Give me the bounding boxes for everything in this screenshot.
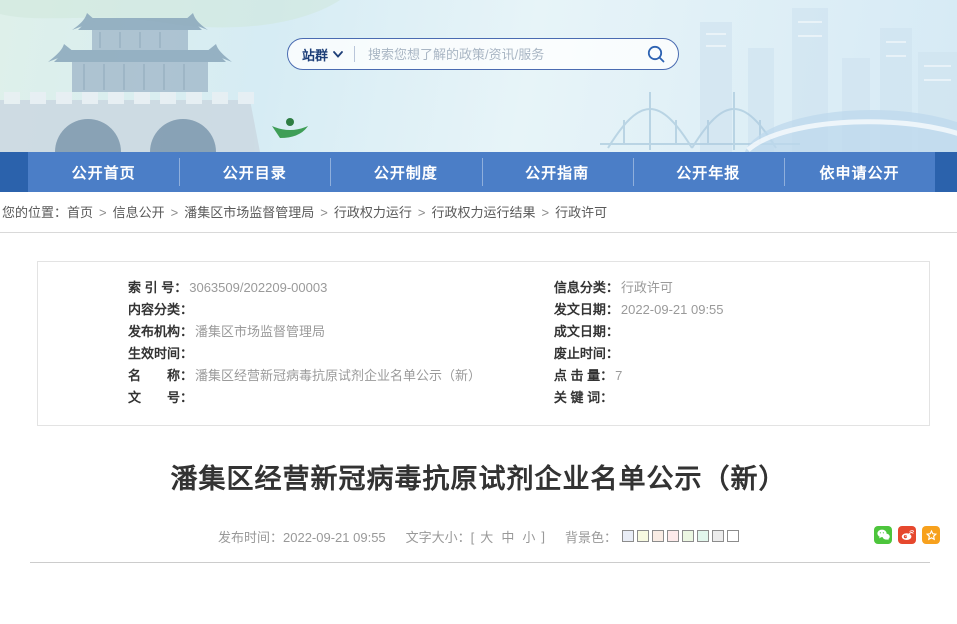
- font-size-prefix: 文字大小：[: [406, 527, 475, 546]
- nav-tab-guide[interactable]: 公开指南: [482, 152, 633, 192]
- meta-row-issue-date: 发文日期：2022-09-21 09:55: [554, 299, 929, 321]
- meta-row-written-date: 成文日期：: [554, 321, 929, 343]
- boat-art: [272, 118, 308, 138]
- bg-swatch-6[interactable]: [697, 530, 709, 542]
- publish-time: 发布时间：2022-09-21 09:55: [218, 527, 386, 546]
- nav-tab-catalog[interactable]: 公开目录: [179, 152, 330, 192]
- banner-illustration: [0, 0, 957, 152]
- bg-swatch-3[interactable]: [652, 530, 664, 542]
- breadcrumb-prefix: 您的位置：: [2, 205, 67, 220]
- meta-row-keywords: 关 键 词：: [554, 387, 929, 409]
- dome-art: [744, 110, 957, 152]
- meta-row-index-number: 索 引 号：3063509/202209-00003: [128, 277, 546, 299]
- share-weibo-button[interactable]: [898, 526, 916, 544]
- share-buttons: [874, 526, 940, 544]
- bg-swatch-7[interactable]: [712, 530, 724, 542]
- bg-swatch-4[interactable]: [667, 530, 679, 542]
- meta-row-title: 名 称：潘集区经营新冠病毒抗原试剂企业名单公示（新）: [128, 365, 546, 387]
- meta-row-effective-time: 生效时间：: [128, 343, 546, 365]
- bg-swatch-2[interactable]: [637, 530, 649, 542]
- breadcrumb-bureau[interactable]: 潘集区市场监督管理局: [184, 205, 314, 220]
- article-meta-bar: 发布时间：2022-09-21 09:55 文字大小：[ 大 中 小 ] 背景色…: [0, 525, 957, 547]
- breadcrumb-info-disclosure[interactable]: 信息公开: [113, 205, 165, 220]
- search-divider: [354, 46, 355, 62]
- weibo-icon: [901, 529, 914, 541]
- meta-row-doc-number: 文 号：: [128, 387, 546, 409]
- site-group-dropdown[interactable]: 站群: [302, 45, 343, 64]
- nav-tab-application[interactable]: 依申请公开: [784, 152, 935, 192]
- meta-row-content-category: 内容分类：: [128, 299, 546, 321]
- banner: 站群: [0, 0, 957, 152]
- font-size-small-button[interactable]: 小: [520, 527, 537, 546]
- bg-swatch-5[interactable]: [682, 530, 694, 542]
- meta-row-issuing-agency: 发布机构：潘集区市场监督管理局: [128, 321, 546, 343]
- bg-swatch-1[interactable]: [622, 530, 634, 542]
- star-icon: [925, 529, 938, 542]
- breadcrumb-power-operation[interactable]: 行政权力运行: [334, 205, 412, 220]
- font-size-large-button[interactable]: 大: [478, 527, 495, 546]
- meta-column-right: 信息分类：行政许可 发文日期：2022-09-21 09:55 成文日期： 废止…: [546, 277, 929, 409]
- breadcrumb-admin-license[interactable]: 行政许可: [555, 205, 607, 220]
- search-icon: [646, 44, 666, 64]
- page-title: 潘集区经营新冠病毒抗原试剂企业名单公示（新）: [20, 457, 937, 496]
- breadcrumb-power-results[interactable]: 行政权力运行结果: [431, 205, 535, 220]
- breadcrumb-home[interactable]: 首页: [67, 205, 93, 220]
- document-meta-card: 索 引 号：3063509/202209-00003 内容分类： 发布机构：潘集…: [37, 261, 930, 426]
- search-button[interactable]: [646, 44, 666, 64]
- content-divider: [30, 562, 930, 563]
- search-bar: 站群: [287, 38, 679, 70]
- main-nav-menu: 公开首页 公开目录 公开制度 公开指南 公开年报 依申请公开: [28, 152, 935, 192]
- chevron-down-icon: [333, 51, 343, 58]
- font-size-suffix: ]: [541, 529, 545, 544]
- font-size-medium-button[interactable]: 中: [499, 527, 516, 546]
- favorite-button[interactable]: [922, 526, 940, 544]
- nav-tab-system[interactable]: 公开制度: [330, 152, 481, 192]
- nav-tab-annual[interactable]: 公开年报: [633, 152, 784, 192]
- search-input[interactable]: [366, 46, 646, 63]
- breadcrumb: 您的位置：首页>信息公开>潘集区市场监督管理局>行政权力运行>行政权力运行结果>…: [0, 192, 957, 233]
- site-group-label: 站群: [302, 45, 328, 64]
- meta-row-info-category: 信息分类：行政许可: [554, 277, 929, 299]
- meta-row-abolish-time: 废止时间：: [554, 343, 929, 365]
- background-color-picker: 背景色：: [565, 527, 739, 546]
- wechat-icon: [877, 529, 890, 541]
- main-nav: 公开首页 公开目录 公开制度 公开指南 公开年报 依申请公开: [0, 152, 957, 192]
- gate-tower-art: [0, 13, 260, 152]
- nav-tab-home[interactable]: 公开首页: [28, 152, 179, 192]
- bg-swatch-8[interactable]: [727, 530, 739, 542]
- meta-column-left: 索 引 号：3063509/202209-00003 内容分类： 发布机构：潘集…: [38, 277, 546, 409]
- background-color-label: 背景色：: [565, 527, 617, 546]
- font-size-controls: 文字大小：[ 大 中 小 ]: [406, 527, 545, 546]
- share-wechat-button[interactable]: [874, 526, 892, 544]
- meta-row-hit-count: 点 击 量：7: [554, 365, 929, 387]
